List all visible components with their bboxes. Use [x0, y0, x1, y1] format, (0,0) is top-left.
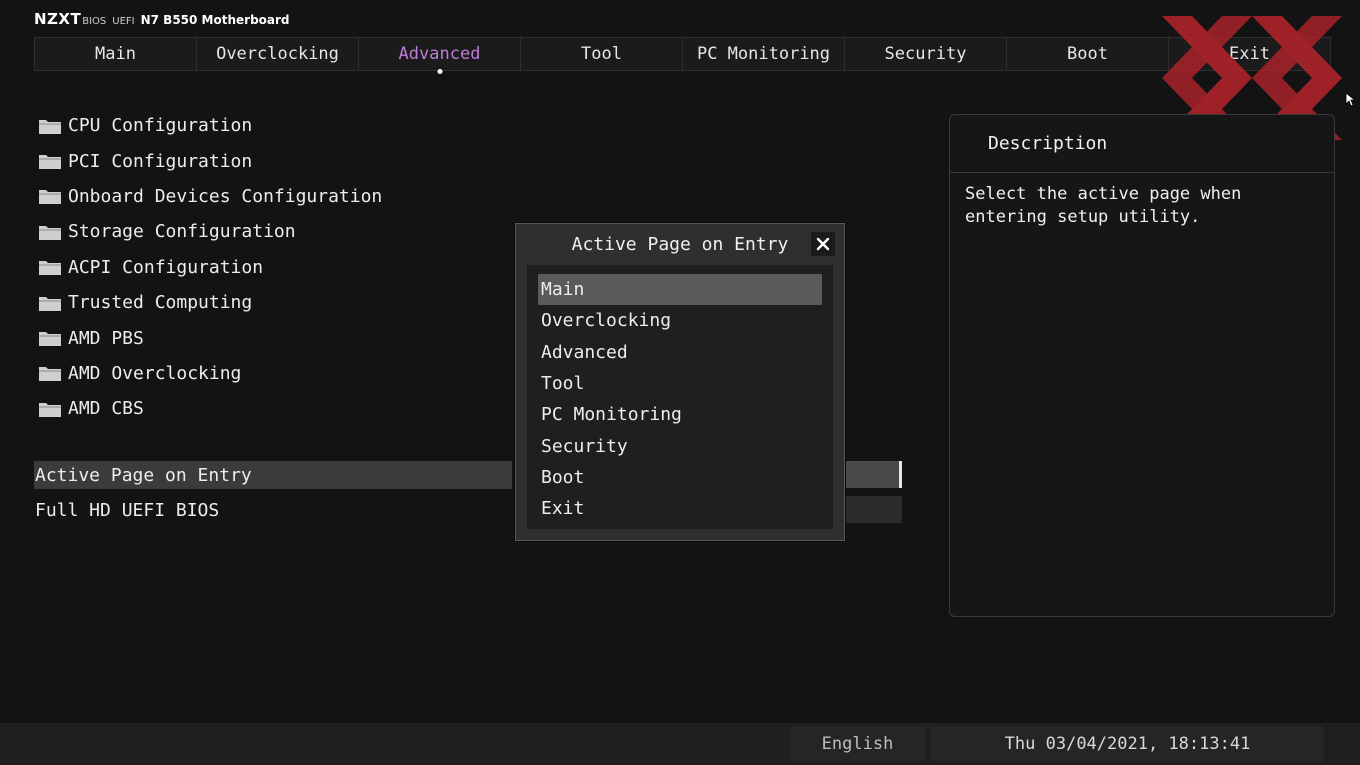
option-pc-monitoring[interactable]: PC Monitoring	[538, 399, 822, 430]
submenu-label: CPU Configuration	[68, 115, 253, 137]
tab-pc-monitoring[interactable]: PC Monitoring	[683, 38, 845, 70]
option-main[interactable]: Main	[538, 274, 822, 306]
motherboard-model: N7 B550 Motherboard	[140, 13, 290, 27]
uefi-label: UEFI	[112, 16, 135, 27]
submenu-acpi-configuration[interactable]: ACPI Configuration	[38, 250, 382, 285]
setting-full-hd-uefi-bios[interactable]: Full HD UEFI BIOS	[34, 496, 512, 524]
status-bar: English Thu 03/04/2021, 18:13:41	[0, 723, 1360, 765]
submenu-amd-cbs[interactable]: AMD CBS	[38, 391, 382, 426]
setting-label: Full HD UEFI BIOS	[35, 499, 220, 521]
folder-icon	[39, 155, 61, 170]
submenu-amd-pbs[interactable]: AMD PBS	[38, 320, 382, 355]
submenu-label: AMD Overclocking	[68, 362, 242, 384]
description-panel: Description Select the active page when …	[949, 114, 1335, 617]
popup-options-list: Main Overclocking Advanced Tool PC Monit…	[527, 265, 833, 529]
submenu-label: AMD CBS	[68, 398, 144, 420]
folder-icon	[39, 332, 61, 347]
submenu-label: Onboard Devices Configuration	[68, 185, 383, 207]
description-text: Select the active page when entering set…	[965, 184, 1242, 227]
setting-active-page-value[interactable]	[846, 461, 902, 488]
submenu-storage-configuration[interactable]: Storage Configuration	[38, 214, 382, 249]
main-tab-bar: Main Overclocking Advanced Tool PC Monit…	[34, 37, 1331, 71]
option-exit[interactable]: Exit	[538, 493, 822, 524]
mouse-cursor-icon	[1345, 92, 1355, 107]
description-heading: Description	[950, 115, 1334, 173]
option-overclocking[interactable]: Overclocking	[538, 305, 822, 336]
brand-header: NZXTBIOS UEFI N7 B550 Motherboard	[34, 9, 290, 28]
tab-overclocking[interactable]: Overclocking	[197, 38, 359, 70]
tab-advanced[interactable]: Advanced	[359, 38, 521, 70]
date-time-display: Thu 03/04/2021, 18:13:41	[931, 726, 1324, 762]
setting-active-page-on-entry[interactable]: Active Page on Entry	[34, 461, 512, 489]
tab-tool[interactable]: Tool	[521, 38, 683, 70]
language-selector[interactable]: English	[790, 726, 925, 762]
submenu-trusted-computing[interactable]: Trusted Computing	[38, 285, 382, 320]
tab-security[interactable]: Security	[845, 38, 1007, 70]
option-advanced[interactable]: Advanced	[538, 337, 822, 368]
option-boot[interactable]: Boot	[538, 462, 822, 493]
tab-boot[interactable]: Boot	[1007, 38, 1169, 70]
folder-icon	[39, 296, 61, 311]
folder-icon	[39, 225, 61, 240]
submenu-amd-overclocking[interactable]: AMD Overclocking	[38, 356, 382, 391]
setting-label: Active Page on Entry	[35, 464, 252, 486]
submenu-label: Trusted Computing	[68, 292, 253, 314]
option-security[interactable]: Security	[538, 430, 822, 461]
setting-full-hd-value[interactable]	[846, 496, 902, 523]
bios-label: BIOS	[82, 16, 107, 27]
folder-icon	[39, 402, 61, 417]
close-icon	[816, 237, 830, 251]
folder-icon	[39, 261, 61, 276]
submenu-label: AMD PBS	[68, 327, 144, 349]
close-button[interactable]	[811, 232, 835, 256]
advanced-submenu-list: CPU Configuration PCI Configuration Onbo…	[38, 108, 382, 427]
submenu-label: Storage Configuration	[68, 221, 296, 243]
submenu-onboard-devices-configuration[interactable]: Onboard Devices Configuration	[38, 179, 382, 214]
popup-title: Active Page on Entry	[571, 233, 789, 255]
nzxt-logo: NZXT	[34, 10, 82, 28]
folder-icon	[39, 119, 61, 134]
folder-icon	[39, 367, 61, 382]
tab-main[interactable]: Main	[35, 38, 197, 70]
submenu-cpu-configuration[interactable]: CPU Configuration	[38, 108, 382, 143]
submenu-label: PCI Configuration	[68, 150, 253, 172]
active-page-popup: Active Page on Entry Main Overclocking A…	[515, 223, 845, 541]
folder-icon	[39, 190, 61, 205]
submenu-pci-configuration[interactable]: PCI Configuration	[38, 143, 382, 178]
option-tool[interactable]: Tool	[538, 368, 822, 399]
submenu-label: ACPI Configuration	[68, 256, 264, 278]
